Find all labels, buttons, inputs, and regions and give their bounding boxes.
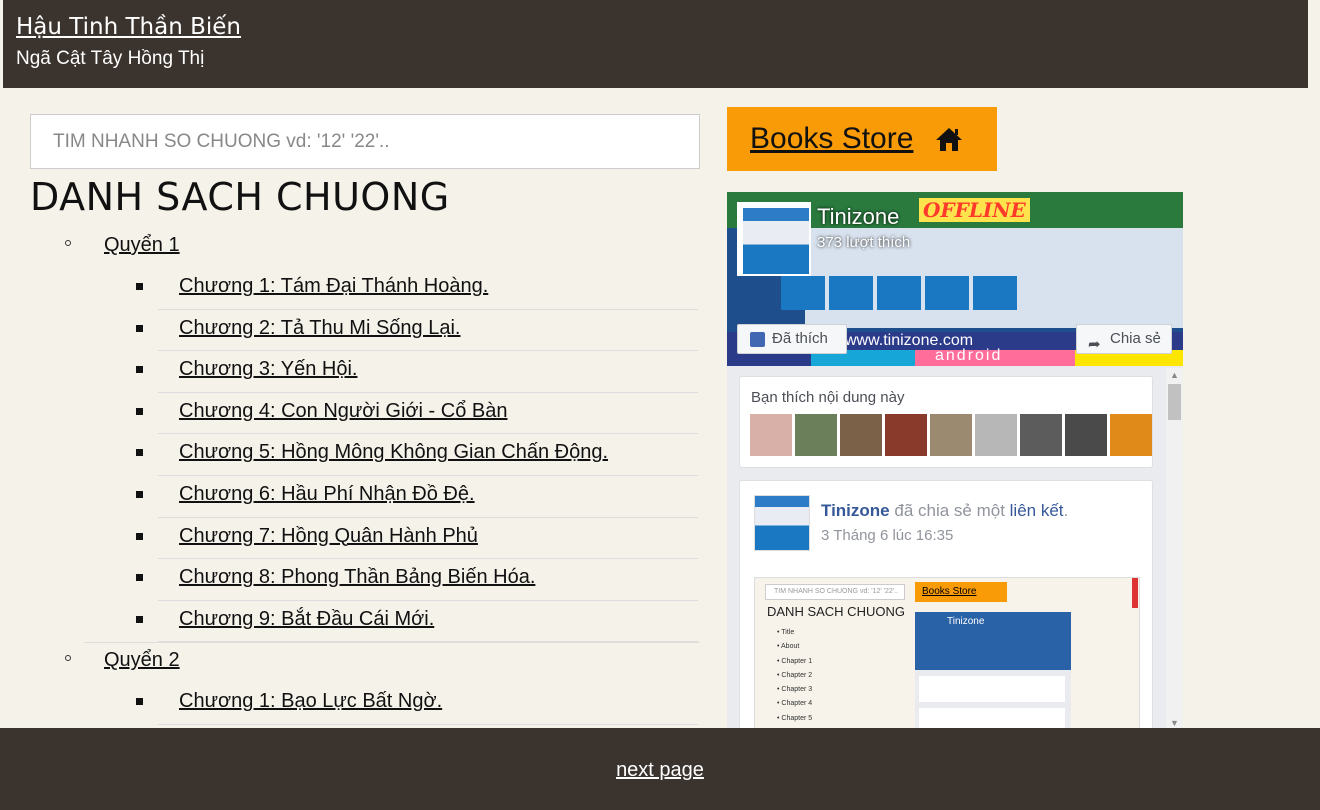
chapter-list: Quyển 1 Chương 1: Tám Đại Thánh Hoàng. C…: [30, 228, 702, 728]
friend-avatar[interactable]: [975, 414, 1017, 456]
chapter-link[interactable]: Chương 2: Tả Thu Mi Sống Lại.: [179, 317, 460, 340]
circle-bullet-icon: [65, 240, 71, 246]
home-icon: [936, 128, 963, 151]
preview-list-item: • Title: [777, 629, 795, 636]
chapter-link[interactable]: Chương 1: Tám Đại Thánh Hoàng.: [179, 275, 488, 298]
chapter-item: Chương 5: Hồng Mông Không Gian Chấn Động…: [136, 434, 698, 476]
friend-avatar[interactable]: [795, 414, 837, 456]
square-bullet-icon: [136, 449, 143, 457]
square-bullet-icon: [136, 698, 143, 706]
chapter-link[interactable]: Chương 9: Bắt Đầu Cái Mới.: [179, 608, 434, 631]
next-page-link[interactable]: next page: [616, 759, 704, 782]
author-name: Ngã Cật Tây Hồng Thị: [16, 48, 205, 69]
circle-bullet-icon: [65, 655, 71, 662]
chapter-link[interactable]: Chương 1: Bạo Lực Bất Ngờ.: [179, 690, 442, 713]
chapter-item: Chương 1: Tám Đại Thánh Hoàng.: [136, 268, 698, 310]
volume-header: Quyển 1: [30, 228, 702, 268]
preview-list-item: • Chapter 3: [777, 686, 813, 694]
cover-android-text: android: [935, 347, 1003, 364]
chapter-item: Chương 2: Tả Thu Mi Sống Lại.: [136, 310, 698, 352]
facebook-like-count: 373 lượt thích: [817, 234, 911, 251]
chapter-item: Chương 6: Hầu Phí Nhận Đồ Đệ.: [136, 476, 698, 518]
volume-link[interactable]: Quyển 1: [104, 234, 180, 257]
facebook-widget-scrollbar[interactable]: ▲ ▼: [1166, 368, 1183, 732]
preview-list-item: • About: [777, 643, 800, 651]
chapter-link[interactable]: Chương 3: Yến Hội.: [179, 358, 357, 381]
preview-list-item: • Chapter 2: [777, 671, 813, 679]
friend-avatar[interactable]: [1065, 414, 1107, 456]
volume-1: Quyển 1 Chương 1: Tám Đại Thánh Hoàng. C…: [30, 228, 702, 643]
facebook-share-button[interactable]: ➦ Chia sẻ: [1076, 324, 1172, 354]
post-link-text[interactable]: liên kết: [1010, 501, 1064, 520]
preview-search: TIM NHANH SO CHUONG vd: '12' '22'..: [765, 584, 905, 600]
volume-header: Quyển 2: [30, 643, 702, 683]
friend-avatar[interactable]: [885, 414, 927, 456]
facebook-post: Tinizone đã chia sẻ một liên kết. 3 Thán…: [739, 480, 1153, 732]
preview-heading: DANH SACH CHUONG: [767, 604, 905, 619]
post-author-avatar[interactable]: [754, 495, 810, 551]
friend-avatar[interactable]: [1020, 414, 1062, 456]
post-author-link[interactable]: Tinizone: [821, 501, 890, 520]
volume-link[interactable]: Quyển 2: [104, 649, 180, 672]
preview-fb-name: Tinizone: [947, 616, 985, 627]
preview-list-item: • Chapter 5: [777, 714, 813, 722]
square-bullet-icon: [136, 615, 143, 623]
post-period: .: [1063, 501, 1069, 520]
square-bullet-icon: [136, 574, 143, 582]
friend-avatar[interactable]: [750, 414, 792, 456]
preview-list-item: • Chapter 1: [777, 657, 813, 665]
chapter-link[interactable]: Chương 5: Hồng Mông Không Gian Chấn Động…: [179, 441, 608, 464]
books-store-button[interactable]: Books Store: [727, 107, 997, 171]
books-store-link[interactable]: Books Store: [750, 122, 913, 156]
share-button-label: Chia sẻ: [1110, 330, 1161, 347]
square-bullet-icon: [136, 324, 143, 332]
facebook-page-name[interactable]: Tinizone: [817, 204, 899, 230]
post-action-text: đã chia sẻ một: [889, 501, 1010, 520]
chapter-link[interactable]: Chương 7: Hồng Quân Hành Phủ: [179, 525, 478, 548]
preview-list-item: • Chapter 4: [777, 700, 813, 708]
chapter-link[interactable]: Chương 4: Con Người Giới - Cổ Bàn: [179, 400, 507, 423]
friend-avatar[interactable]: [1110, 414, 1152, 456]
like-button-label: Đã thích: [772, 330, 828, 347]
scrollbar-thumb[interactable]: [1168, 384, 1181, 420]
preview-facebook-widget: Tinizone: [915, 612, 1071, 732]
chapter-item: Chương 9: Bắt Đầu Cái Mới.: [136, 601, 698, 643]
site-header: Hậu Tinh Thần Biến Ngã Cật Tây Hồng Thị: [3, 0, 1308, 88]
square-bullet-icon: [136, 490, 143, 498]
cover-offline-text: OFFLINE: [919, 198, 1030, 222]
friend-avatars: [750, 414, 1152, 456]
friend-avatar[interactable]: [840, 414, 882, 456]
chapter-item: Chương 3: Yến Hội.: [136, 351, 698, 393]
facebook-page-widget: OFFLINE www.tinizone.com android Tinizon…: [727, 192, 1183, 732]
chapter-item: Chương 8: Phong Thần Bảng Biến Hóa.: [136, 559, 698, 601]
preview-list: • Title • About • Chapter 1 • Chapter 2 • Ch…: [777, 626, 812, 732]
site-footer: next page: [0, 728, 1320, 810]
post-header: Tinizone đã chia sẻ một liên kết.: [821, 501, 1068, 521]
scroll-down-icon[interactable]: ▼: [1170, 718, 1179, 728]
share-arrow-icon: ➦: [1088, 336, 1101, 353]
chapter-item: Chương 1: Bạo Lực Bất Ngờ.: [136, 683, 698, 725]
chapter-link[interactable]: Chương 8: Phong Thần Bảng Biến Hóa.: [179, 566, 535, 589]
chapter-item: Chương 4: Con Người Giới - Cổ Bàn: [136, 393, 698, 435]
post-timestamp[interactable]: 3 Tháng 6 lúc 16:35: [821, 527, 953, 544]
square-bullet-icon: [136, 366, 143, 374]
book-title-link[interactable]: Hậu Tinh Thần Biến: [16, 12, 1295, 42]
page-avatar[interactable]: [737, 202, 811, 276]
chapter-link[interactable]: Chương 6: Hầu Phí Nhận Đồ Đệ.: [179, 483, 475, 506]
facebook-like-button[interactable]: Đã thích: [737, 324, 847, 354]
volume-2: Quyển 2 Chương 1: Bạo Lực Bất Ngờ.: [30, 643, 702, 725]
square-bullet-icon: [136, 283, 143, 290]
facebook-icon: [750, 332, 765, 347]
friends-like-box: Bạn thích nội dung này: [739, 376, 1153, 468]
scroll-up-icon[interactable]: ▲: [1170, 370, 1179, 380]
post-preview-image[interactable]: TIM NHANH SO CHUONG vd: '12' '22'.. Book…: [754, 577, 1140, 732]
square-bullet-icon: [136, 532, 143, 540]
chapter-list-heading: DANH SACH CHUONG: [30, 175, 450, 219]
friend-avatar[interactable]: [930, 414, 972, 456]
chapter-item: Chương 7: Hồng Quân Hành Phủ: [136, 518, 698, 560]
friends-like-label: Bạn thích nội dung này: [751, 389, 905, 406]
preview-books-store: Books Store: [915, 582, 1007, 602]
chapter-search-input[interactable]: TIM NHANH SO CHUONG vd: '12' '22'..: [30, 114, 700, 169]
square-bullet-icon: [136, 407, 143, 415]
